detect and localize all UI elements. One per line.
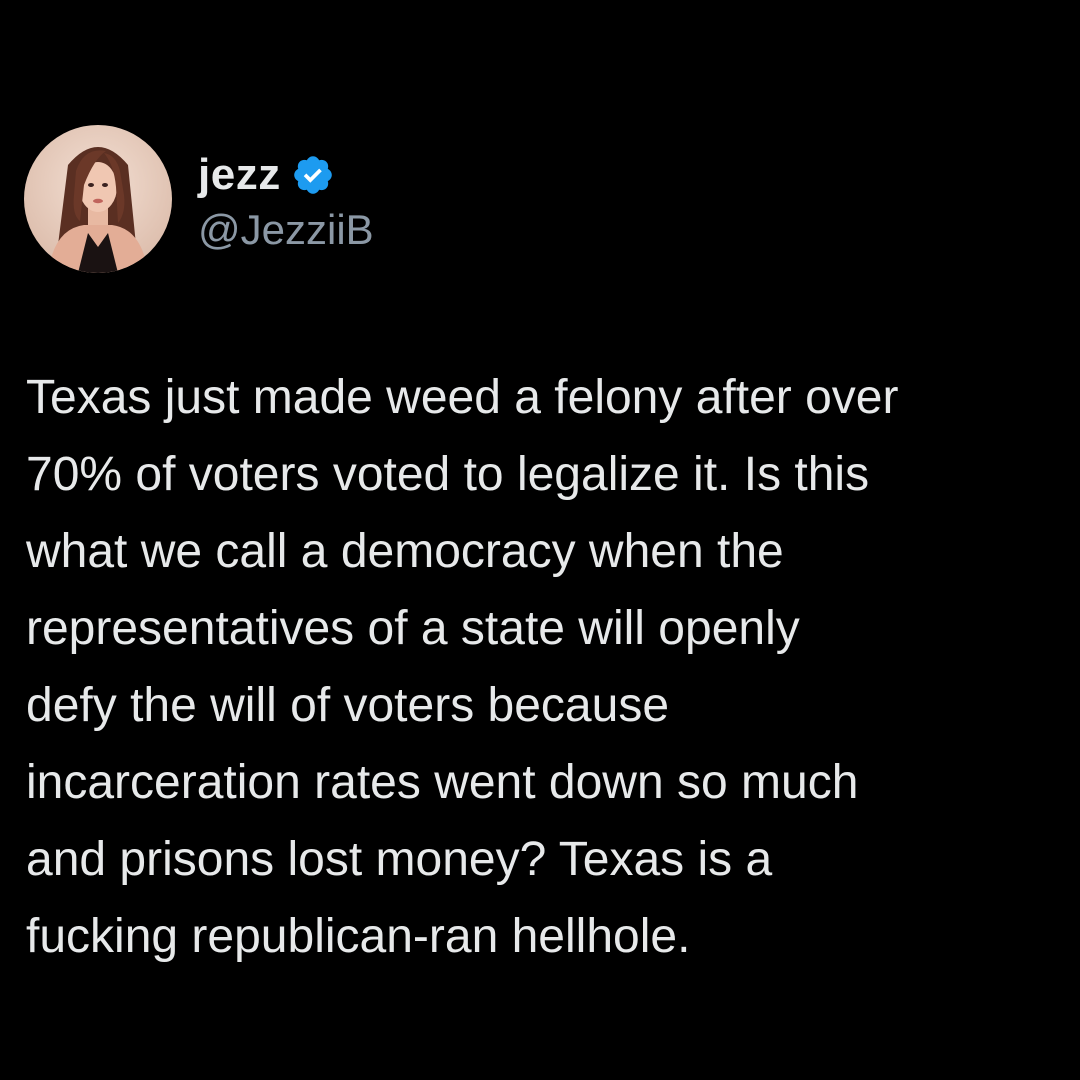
tweet-text: Texas just made weed a felony after over… (26, 371, 899, 963)
avatar-illustration (24, 125, 172, 273)
tweet-card: jezz @JezziiB Texas just made weed a fel… (0, 0, 1080, 1080)
tweet-header: jezz @JezziiB (24, 124, 374, 274)
user-meta: jezz @JezziiB (198, 147, 374, 251)
avatar[interactable] (24, 125, 172, 273)
display-name[interactable]: jezz (198, 153, 281, 197)
verified-badge-icon (291, 153, 335, 197)
name-row: jezz (198, 147, 374, 203)
user-handle[interactable]: @JezziiB (198, 209, 374, 251)
